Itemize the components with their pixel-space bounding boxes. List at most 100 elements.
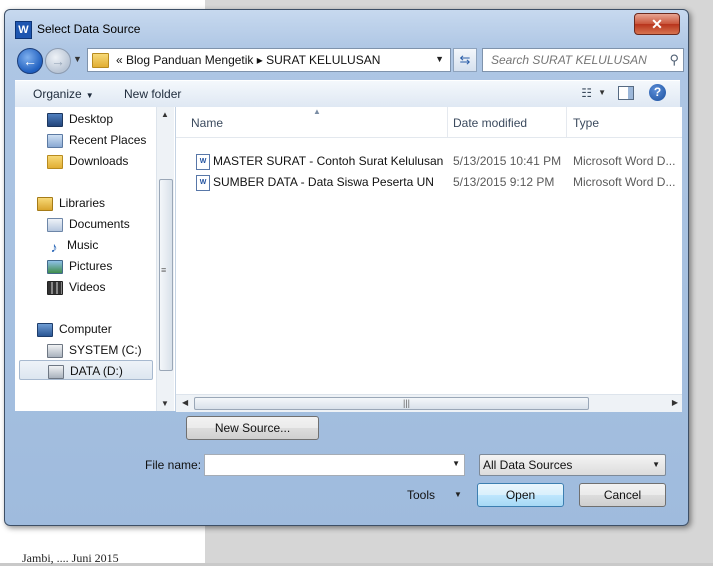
scroll-right-arrow-icon[interactable]: ▶ bbox=[672, 398, 678, 407]
new-source-button[interactable]: New Source... bbox=[186, 416, 319, 440]
sidebar-item-label: Recent Places bbox=[69, 133, 147, 147]
scrollbar-thumb[interactable] bbox=[159, 179, 173, 371]
view-dropdown-chevron-icon[interactable]: ▼ bbox=[598, 88, 606, 97]
column-header-row: ▲ Name Date modified Type bbox=[176, 107, 682, 138]
help-icon[interactable]: ? bbox=[649, 84, 666, 101]
back-arrow-icon: ← bbox=[23, 53, 37, 69]
recent-places-icon bbox=[47, 133, 63, 148]
column-divider[interactable] bbox=[566, 107, 567, 137]
recent-locations-dropdown[interactable]: ▼ bbox=[73, 54, 82, 64]
file-type: Microsoft Word D... bbox=[573, 175, 676, 189]
scrollbar-grip-icon: ≡ bbox=[161, 265, 167, 275]
breadcrumb[interactable]: « Blog Panduan Mengetik ▸ SURAT KELULUSA… bbox=[87, 48, 451, 72]
search-input[interactable] bbox=[489, 52, 663, 68]
file-type: Microsoft Word D... bbox=[573, 154, 676, 168]
sidebar-item-downloads[interactable]: Downloads bbox=[47, 151, 128, 171]
refresh-icon: ⇆ bbox=[459, 52, 471, 67]
view-options-icon[interactable]: ☷ bbox=[581, 86, 592, 100]
refresh-button[interactable]: ⇆ bbox=[453, 48, 477, 72]
drive-icon bbox=[47, 343, 63, 358]
chevron-down-icon[interactable]: ▼ bbox=[452, 459, 460, 468]
scrollbar-grip-icon: ||| bbox=[403, 398, 411, 408]
sidebar-item-label: Computer bbox=[59, 322, 112, 336]
tools-chevron-down-icon[interactable]: ▼ bbox=[454, 490, 462, 499]
downloads-folder-icon bbox=[47, 154, 63, 169]
horizontal-scrollbar[interactable]: ◀ ||| ▶ bbox=[176, 394, 682, 412]
column-header-date-modified[interactable]: Date modified bbox=[453, 116, 527, 130]
tools-menu[interactable]: Tools bbox=[407, 488, 435, 502]
libraries-icon bbox=[37, 196, 53, 211]
column-header-name[interactable]: Name bbox=[191, 116, 223, 130]
organize-menu[interactable]: Organize ▼ bbox=[33, 87, 94, 101]
sidebar-item-videos[interactable]: Videos bbox=[47, 277, 105, 297]
back-button[interactable]: ← bbox=[17, 48, 43, 74]
close-button[interactable]: ✕ bbox=[634, 13, 680, 35]
sidebar-item-label: SYSTEM (C:) bbox=[69, 343, 142, 357]
preview-pane-icon[interactable] bbox=[618, 86, 634, 100]
sidebar-item-label: Pictures bbox=[69, 259, 113, 273]
sidebar-item-label: Downloads bbox=[69, 154, 129, 168]
background-document-text: Jambi, .... Juni 2015 bbox=[22, 551, 119, 565]
folder-icon bbox=[92, 53, 109, 68]
breadcrumb-path[interactable]: « Blog Panduan Mengetik ▸ SURAT KELULUSA… bbox=[116, 53, 380, 67]
open-button[interactable]: Open bbox=[477, 483, 564, 507]
file-list: ▲ Name Date modified Type W MASTER SURAT… bbox=[176, 107, 682, 411]
file-name: MASTER SURAT - Contoh Surat Kelulusan bbox=[213, 154, 444, 168]
word-document-icon: W bbox=[196, 175, 210, 191]
sidebar-item-documents[interactable]: Documents bbox=[47, 214, 130, 234]
sidebar-item-computer[interactable]: Computer bbox=[37, 319, 112, 339]
documents-icon bbox=[47, 217, 63, 232]
sort-ascending-icon: ▲ bbox=[313, 107, 321, 116]
title-bar: W Select Data Source ✕ bbox=[5, 10, 688, 44]
word-app-icon: W bbox=[15, 21, 32, 39]
drive-icon bbox=[48, 364, 64, 379]
file-name: SUMBER DATA - Data Siswa Peserta UN bbox=[213, 175, 434, 189]
sidebar-item-label: Libraries bbox=[59, 196, 106, 210]
command-toolbar: Organize ▼ New folder ☷ ▼ ? bbox=[15, 80, 680, 108]
scroll-down-arrow-icon[interactable]: ▼ bbox=[161, 399, 169, 408]
sidebar-item-data-d[interactable]: DATA (D:) bbox=[19, 360, 153, 380]
organize-label: Organize bbox=[33, 87, 82, 101]
navigation-scrollbar[interactable]: ▲ ≡ ▼ bbox=[156, 107, 174, 411]
word-document-icon: W bbox=[196, 154, 210, 170]
desktop-icon bbox=[47, 112, 63, 127]
sidebar-item-label: Music bbox=[67, 238, 99, 252]
scroll-up-arrow-icon[interactable]: ▲ bbox=[161, 110, 169, 119]
sidebar-item-recent-places[interactable]: Recent Places bbox=[47, 130, 146, 150]
sidebar-item-system-c[interactable]: SYSTEM (C:) bbox=[47, 340, 142, 360]
file-type-filter-select[interactable]: All Data Sources ▼ bbox=[479, 454, 666, 476]
music-icon: ♪ bbox=[50, 238, 58, 255]
sidebar-item-pictures[interactable]: Pictures bbox=[47, 256, 112, 276]
address-bar: ← → ▼ « Blog Panduan Mengetik ▸ SURAT KE… bbox=[15, 46, 684, 74]
chevron-down-icon[interactable]: ▼ bbox=[435, 54, 444, 64]
pictures-icon bbox=[47, 259, 63, 274]
file-name-field[interactable]: ▼ bbox=[204, 454, 465, 476]
search-box[interactable]: ⚲ bbox=[482, 48, 684, 72]
column-header-type[interactable]: Type bbox=[573, 116, 599, 130]
file-type-filter-value: All Data Sources bbox=[483, 458, 573, 472]
file-row[interactable]: W SUMBER DATA - Data Siswa Peserta UN 5/… bbox=[176, 172, 682, 192]
sidebar-item-libraries[interactable]: Libraries bbox=[37, 193, 105, 213]
column-divider[interactable] bbox=[447, 107, 448, 137]
chevron-down-icon: ▼ bbox=[85, 91, 94, 100]
file-date: 5/13/2015 10:41 PM bbox=[453, 154, 562, 168]
select-data-source-dialog: W Select Data Source ✕ ← → ▼ « Blog Pand… bbox=[4, 9, 689, 526]
sidebar-item-label: DATA (D:) bbox=[70, 364, 123, 378]
scroll-left-arrow-icon[interactable]: ◀ bbox=[182, 398, 188, 407]
chevron-down-icon: ▼ bbox=[652, 460, 660, 469]
sidebar-item-desktop[interactable]: Desktop bbox=[47, 109, 113, 129]
search-icon[interactable]: ⚲ bbox=[669, 52, 679, 68]
forward-button[interactable]: → bbox=[45, 48, 71, 74]
videos-icon bbox=[47, 280, 63, 295]
navigation-pane: Desktop Recent Places Downloads Librarie… bbox=[15, 107, 176, 411]
scrollbar-thumb[interactable]: ||| bbox=[194, 397, 589, 410]
sidebar-item-label: Desktop bbox=[69, 112, 114, 126]
file-row[interactable]: W MASTER SURAT - Contoh Surat Kelulusan … bbox=[176, 151, 682, 171]
cancel-button[interactable]: Cancel bbox=[579, 483, 666, 507]
sidebar-item-label: Videos bbox=[69, 280, 106, 294]
forward-arrow-icon: → bbox=[51, 53, 65, 69]
file-name-label: File name: bbox=[145, 458, 202, 472]
sidebar-item-music[interactable]: ♪ Music bbox=[47, 235, 99, 255]
new-folder-button[interactable]: New folder bbox=[124, 87, 181, 101]
sidebar-item-label: Documents bbox=[69, 217, 130, 231]
